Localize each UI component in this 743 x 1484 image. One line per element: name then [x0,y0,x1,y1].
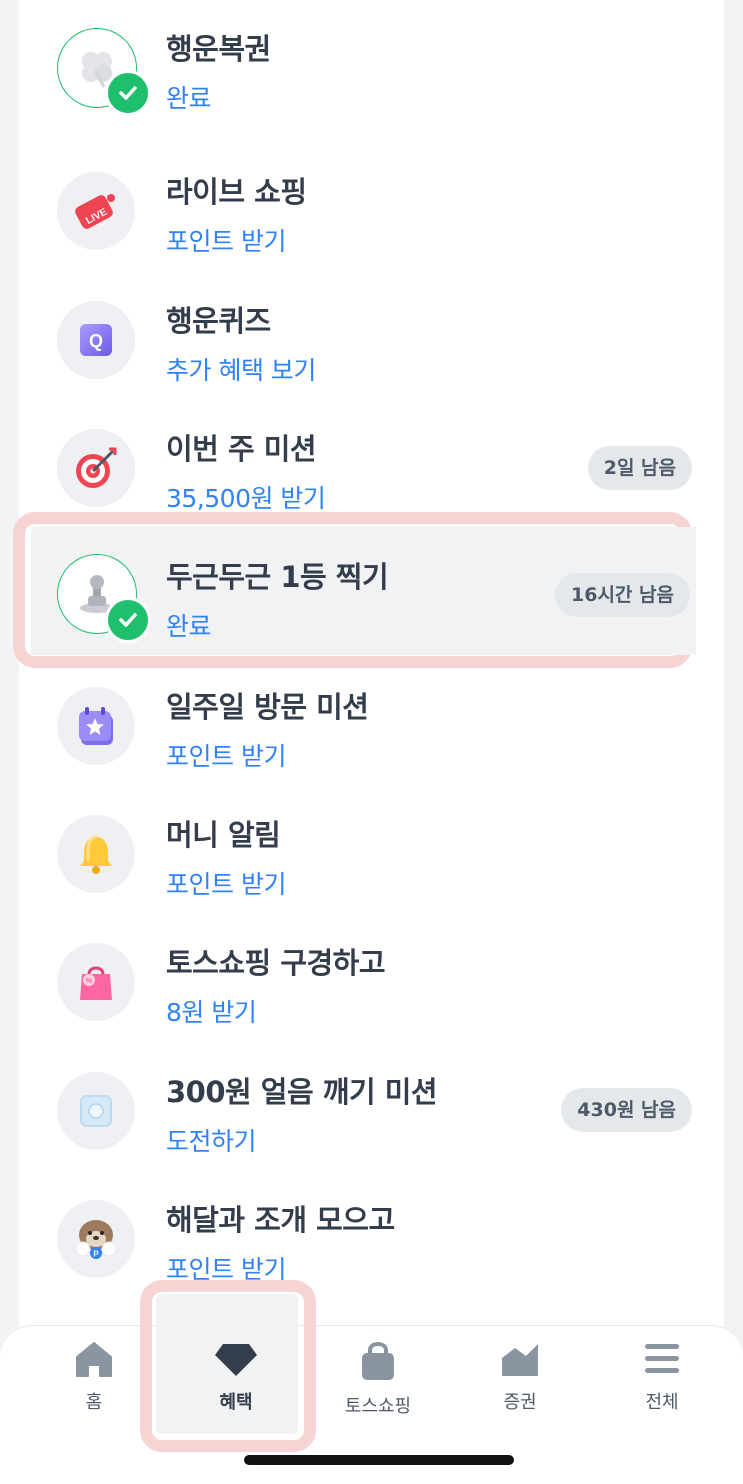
chart-icon [502,1344,538,1376]
svg-text:P: P [93,1250,99,1259]
item-title: 머니 알림 [166,818,281,852]
check-icon [105,70,151,116]
list-item-weekly-mission[interactable]: 이번 주 미션 35,500원 받기 2일 남음 [19,400,724,528]
item-title: 두근두근 1등 찍기 [166,560,389,594]
time-left-badge: 16시간 남음 [555,573,690,617]
item-title: 이번 주 미션 [166,432,317,466]
svg-text:%: % [86,978,92,985]
item-action[interactable]: 포인트 받기 [166,737,286,773]
otter-icon: P [57,1200,135,1278]
item-title: 토스쇼핑 구경하고 [166,946,386,980]
home-indicator [244,1455,514,1465]
tab-home[interactable]: 홈 [44,1340,144,1414]
item-action[interactable]: 도전하기 [166,1122,257,1158]
item-title: 300원 얼음 깨기 미션 [166,1075,438,1109]
tab-benefits[interactable]: 혜택 [186,1340,286,1414]
tab-label: 홈 [85,1392,103,1413]
item-action[interactable]: 추가 혜택 보기 [166,351,316,387]
benefits-list-card: 행운복권 완료 LIVE 라이브 쇼핑 포인트 받기 Q 행운퀴즈 추가 혜택 … [19,0,724,1340]
list-item-lucky-quiz[interactable]: Q 행운퀴즈 추가 혜택 보기 [19,272,724,400]
check-icon [105,597,151,643]
remaining-amount-badge: 430원 남음 [561,1088,692,1132]
list-item-weekly-visit[interactable]: 일주일 방문 미션 포인트 받기 [19,658,724,786]
calendar-star-icon [57,687,135,765]
target-dart-icon [57,429,135,507]
list-item-first-place-stamp[interactable]: 두근두근 1등 찍기 완료 16시간 남음 [31,527,696,655]
bell-icon [57,815,135,893]
item-action[interactable]: 8원 받기 [166,993,257,1029]
tab-label: 혜택 [219,1392,253,1413]
item-action[interactable]: 포인트 받기 [166,222,286,258]
gem-icon [215,1344,257,1376]
item-action[interactable]: 35,500원 받기 [166,479,326,515]
item-title: 일주일 방문 미션 [166,690,369,724]
list-item-toss-shopping[interactable]: % 토스쇼핑 구경하고 8원 받기 [19,914,724,1042]
tab-label: 전체 [645,1392,679,1413]
item-title: 행운퀴즈 [166,304,271,338]
ice-cube-icon [57,1072,135,1150]
tab-all[interactable]: 전체 [612,1340,712,1414]
list-item-otter-shells[interactable]: P 해달과 조개 모으고 포인트 받기 [19,1171,724,1299]
list-item-money-alert[interactable]: 머니 알림 포인트 받기 [19,786,724,914]
shopping-bag-icon: % [57,943,135,1021]
list-item-ice-break-mission[interactable]: 300원 얼음 깨기 미션 도전하기 430원 남음 [19,1043,724,1171]
item-title: 라이브 쇼핑 [166,175,307,209]
item-title: 행운복권 [166,32,271,66]
live-tv-icon: LIVE [57,172,135,250]
list-item-live-shopping[interactable]: LIVE 라이브 쇼핑 포인트 받기 [19,143,724,271]
bag-icon [362,1342,394,1380]
time-left-badge: 2일 남음 [587,446,692,490]
tab-label: 토스쇼핑 [344,1396,412,1417]
menu-icon [645,1344,679,1373]
tab-securities[interactable]: 증권 [470,1340,570,1414]
home-icon [76,1342,112,1377]
item-title: 해달과 조개 모으고 [166,1203,395,1237]
quiz-cube-icon: Q [57,301,135,379]
item-action[interactable]: 완료 [166,79,212,115]
svg-text:Q: Q [89,331,103,351]
item-action[interactable]: 완료 [166,607,212,643]
tab-toss-shopping[interactable]: 토스쇼핑 [328,1340,428,1418]
list-item-lucky-lottery[interactable]: 행운복권 완료 [19,0,724,128]
tab-label: 증권 [503,1392,537,1413]
item-action[interactable]: 포인트 받기 [166,865,286,901]
